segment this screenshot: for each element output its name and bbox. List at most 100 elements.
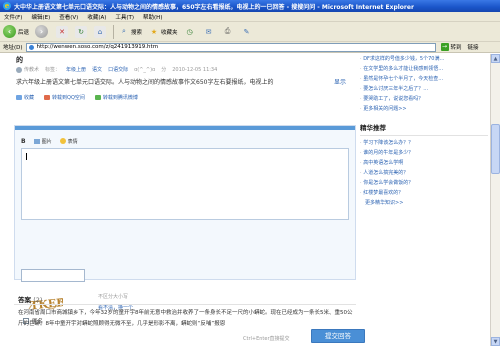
ie-logo-icon: e: [3, 1, 11, 10]
menu-file[interactable]: 文件(F): [4, 13, 22, 21]
vertical-scrollbar[interactable]: ▲ ▼: [490, 54, 500, 346]
question-title: 的: [16, 56, 23, 64]
recommend-link[interactable]: 你是怎么学会做饭的？: [360, 178, 488, 188]
answer-editor-panel: B 图片 表情 TKEB 不区分大小写 看不清，换一个 匿名 Ctrl+Ente…: [14, 125, 365, 343]
related-question-link[interactable]: DF求这样的号值多少钱，5个70满…: [360, 54, 488, 64]
menu-help[interactable]: 帮助(H): [143, 13, 162, 21]
tag-grade[interactable]: 年级上册: [66, 66, 86, 73]
share-qzone-label: 转载到QQ空间: [52, 95, 85, 101]
tag-oral[interactable]: 口语交际: [108, 66, 128, 73]
favorite-action[interactable]: 收藏: [16, 94, 34, 101]
scrollbar-thumb[interactable]: [491, 124, 500, 174]
answer-text: 在河南省周口市商城镇乡下，今年32岁的童开宇8年前无意中救治并收养了一条身长不足…: [18, 310, 353, 327]
address-label: 地址(D): [3, 45, 23, 51]
insert-picture-button[interactable]: 图片: [33, 138, 52, 145]
picture-label: 图片: [41, 138, 52, 145]
answers-divider: [14, 304, 356, 305]
related-question-link[interactable]: 虽然是怀孕七个半月了，今天检查…: [360, 74, 488, 84]
captcha-input[interactable]: [21, 269, 85, 282]
share-weibo-action[interactable]: 转载到腾讯微博: [94, 94, 138, 101]
page-content: 的 传教术 标签： 年级上册 语文 口语交际 ɑ(^_^)ɑ 分 2010-12…: [0, 54, 490, 346]
mail-button[interactable]: ✉: [203, 26, 216, 38]
go-button[interactable]: → 转到: [440, 43, 462, 51]
favorite-label: 收藏: [24, 95, 35, 101]
stop-icon: ✕: [56, 25, 69, 38]
answers-label: 答案: [18, 296, 31, 304]
insert-emoticon-button[interactable]: 表情: [59, 138, 78, 145]
back-button[interactable]: ‹ 后退: [3, 25, 29, 38]
favorites-button[interactable]: ★ 收藏夹: [148, 26, 178, 38]
go-label: 转到: [450, 45, 462, 51]
menu-favorites[interactable]: 收藏(A): [87, 13, 106, 21]
captcha-hint: 不区分大小写: [98, 294, 129, 300]
asker-name[interactable]: 传教术: [24, 66, 39, 73]
back-arrow-icon: ‹: [3, 25, 16, 38]
recommend-link[interactable]: 学习下降该怎么办？？: [360, 138, 488, 148]
forward-arrow-icon: ›: [35, 25, 49, 38]
question-date: 2010-12-05 11:34: [172, 66, 218, 73]
favorites-label: 收藏夹: [161, 29, 178, 36]
qzone-icon: [44, 95, 51, 100]
history-icon: ◷: [186, 27, 193, 36]
tags-prefix: 标签：: [45, 67, 61, 73]
menu-view[interactable]: 查看(V): [59, 13, 78, 21]
emoticon-label: 表情: [67, 138, 78, 145]
related-question-link[interactable]: 在文学里的多么才能让我感到领悟…: [360, 64, 488, 74]
search-icon: ⌕: [122, 27, 126, 35]
search-button[interactable]: ⌕ 搜索: [118, 26, 142, 38]
recommend-section: 精华推荐 学习下降该怎么办？？ 谁的月的牛年是多少？ 高中英语怎么学啊 人道怎么…: [360, 122, 488, 208]
go-arrow-icon: →: [440, 43, 449, 51]
favorite-icon: [16, 95, 22, 100]
related-question-link[interactable]: 要哭助工了，说说您看吗？: [360, 94, 488, 104]
user-icon: [16, 66, 22, 73]
scroll-up-icon[interactable]: ▲: [491, 54, 500, 63]
window-title: 大中华上册语文第七单元口语交际：人与动物之间的情感故事，650字左右看报纸，电视…: [14, 3, 414, 11]
question-body: 求六年级上册语文第七单元口语交际。人与动物之间的情感故事作文650字左右要报纸，…: [16, 77, 346, 86]
address-input[interactable]: http://wenwen.soso.com/z/q241913919.htm: [25, 42, 436, 52]
address-bar: 地址(D) http://wenwen.soso.com/z/q24191391…: [0, 42, 500, 53]
question-score: 分: [161, 67, 167, 73]
text-caret: [26, 153, 27, 160]
editor-top-bar: [15, 126, 355, 130]
show-more-link[interactable]: 显示: [334, 77, 346, 86]
home-icon: ⌂: [94, 25, 107, 38]
stop-button[interactable]: ✕: [56, 25, 69, 38]
answers-heading: 答案 (2): [18, 294, 42, 304]
editor-toolbar: B 图片 表情: [21, 136, 349, 146]
menu-bar: 文件(F) 编辑(E) 查看(V) 收藏(A) 工具(T) 帮助(H): [0, 12, 500, 22]
home-button[interactable]: ⌂: [94, 25, 107, 38]
question-actions: 收藏 转载到QQ空间 转载到腾讯微博: [16, 94, 148, 101]
more-recommend-link[interactable]: 更多精华知识>>: [360, 198, 488, 208]
forward-button[interactable]: ›: [35, 25, 50, 38]
more-related-link[interactable]: 更多相关的问题>>: [360, 104, 488, 114]
related-question-link[interactable]: 要怎么讨厌三年半之后了？…: [360, 84, 488, 94]
recommend-link[interactable]: 人道怎么搞完美的？: [360, 168, 488, 178]
recommend-link[interactable]: 红楼梦最喜欢的？: [360, 188, 488, 198]
question-main: 的 传教术 标签： 年级上册 语文 口语交际 ɑ(^_^)ɑ 分 2010-12…: [6, 54, 365, 346]
refresh-icon: ↻: [75, 25, 88, 38]
related-questions: DF求这样的号值多少钱，5个70满… 在文学里的多么才能让我感到领悟… 虽然是怀…: [360, 54, 488, 114]
window-title-bar: e 大中华上册语文第七单元口语交际：人与动物之间的情感故事，650字左右看报纸，…: [0, 0, 500, 12]
tag-chinese[interactable]: 语文: [92, 66, 102, 73]
answers-count: (2): [33, 296, 43, 304]
scroll-down-icon[interactable]: ▼: [491, 337, 500, 346]
history-button[interactable]: ◷: [184, 26, 197, 38]
back-label: 后退: [18, 29, 30, 36]
sidebar: DF求这样的号值多少钱，5个70满… 在文学里的多么才能让我感到领悟… 虽然是怀…: [360, 54, 488, 346]
print-button[interactable]: ⎙: [222, 26, 235, 38]
share-qzone-action[interactable]: 转载到QQ空间: [44, 94, 85, 101]
emoticon-icon: [59, 138, 66, 144]
bold-button[interactable]: B: [21, 138, 26, 145]
refresh-button[interactable]: ↻: [75, 25, 88, 38]
submit-answer-button[interactable]: 提交回答: [311, 329, 365, 343]
links-button[interactable]: 链接: [468, 43, 479, 51]
answer-textarea[interactable]: [21, 148, 349, 220]
menu-edit[interactable]: 编辑(E): [31, 13, 50, 21]
edit-button[interactable]: ✎: [241, 26, 254, 38]
weibo-icon: [94, 95, 101, 100]
recommend-link[interactable]: 高中英语怎么学啊: [360, 158, 488, 168]
recommend-link[interactable]: 谁的月的牛年是多少？: [360, 148, 488, 158]
star-icon: ★: [150, 27, 158, 36]
search-label: 搜索: [131, 29, 143, 36]
menu-tools[interactable]: 工具(T): [115, 13, 134, 21]
